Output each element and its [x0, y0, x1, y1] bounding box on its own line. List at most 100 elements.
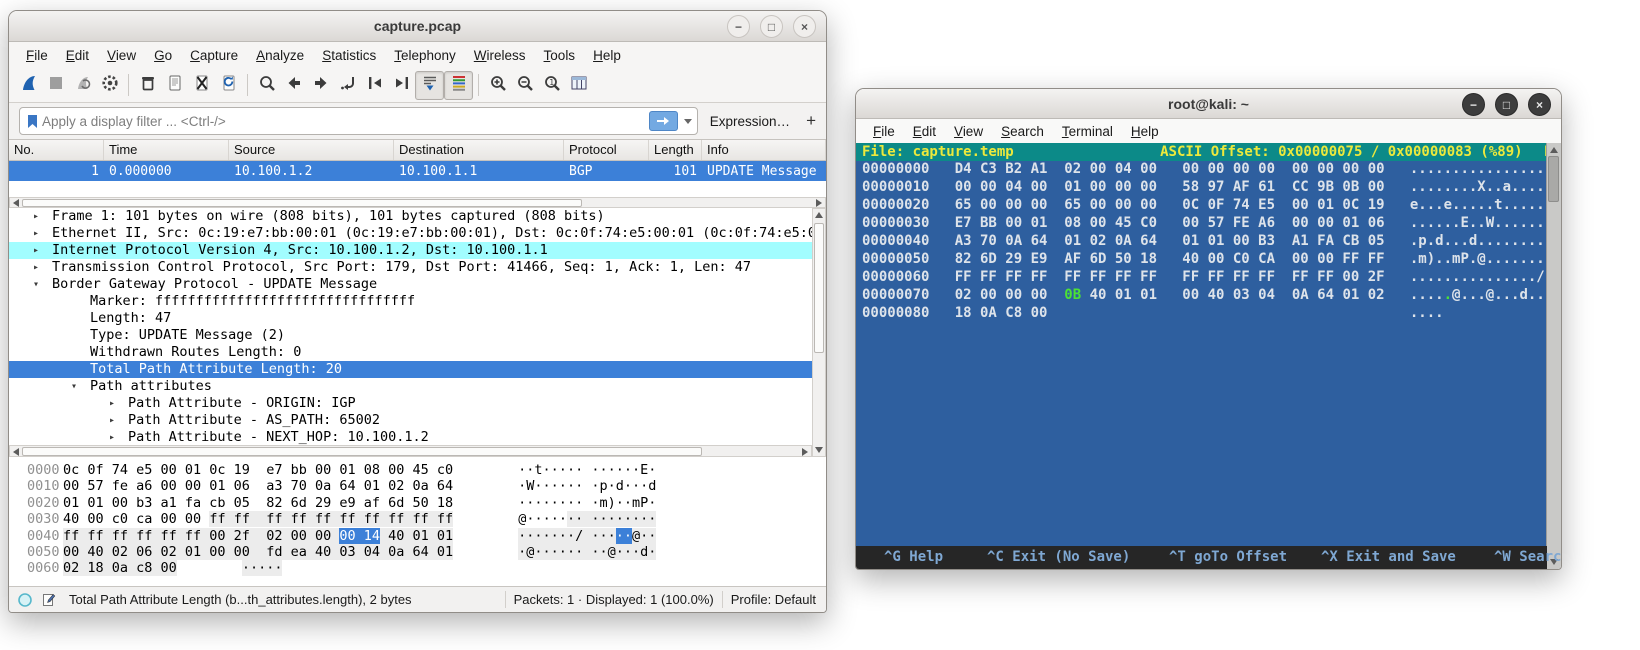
close-file-button[interactable]: [188, 72, 215, 99]
expand-arrow-icon[interactable]: ▸: [33, 259, 52, 276]
restart-capture-button[interactable]: [69, 72, 96, 99]
detail-row[interactable]: Withdrawn Routes Length: 0: [9, 344, 812, 361]
minimize-button[interactable]: −: [727, 15, 750, 38]
menu-item-help[interactable]: Help: [1122, 121, 1168, 142]
menu-item-edit[interactable]: Edit: [904, 121, 945, 142]
detail-row[interactable]: ▸ Path Attribute - ORIGIN: IGP: [9, 395, 812, 412]
column-header-length[interactable]: Length: [649, 140, 702, 160]
detail-row[interactable]: ▸ Frame 1: 101 bytes on wire (808 bits), …: [9, 208, 812, 225]
close-button[interactable]: ×: [793, 15, 816, 38]
expand-arrow-icon[interactable]: ▸: [109, 395, 128, 412]
terminal-titlebar[interactable]: root@kali: ~ − □ ×: [856, 89, 1561, 119]
zoom-out-button[interactable]: [511, 72, 538, 99]
scroll-thumb[interactable]: [814, 223, 824, 353]
hex-row[interactable]: 0010 00 57 fe a6 00 00 01 06 a3 70 0a 64 …: [9, 478, 826, 494]
minimize-button[interactable]: −: [1462, 93, 1485, 116]
auto-scroll-button[interactable]: [415, 70, 444, 100]
detail-row[interactable]: Length: 47: [9, 310, 812, 327]
menu-item-search[interactable]: Search: [992, 121, 1053, 142]
expand-arrow-icon[interactable]: ▸: [33, 208, 52, 225]
details-vscrollbar[interactable]: [812, 208, 826, 457]
go-to-packet-button[interactable]: [334, 72, 361, 99]
wireshark-titlebar[interactable]: capture.pcap − □ ×: [9, 11, 826, 42]
go-last-button[interactable]: [388, 72, 415, 99]
packet-list-hscrollbar[interactable]: [9, 197, 826, 208]
hex-bytes[interactable]: 40 00 c0 ca 00 00: [63, 511, 209, 527]
hex-bytes[interactable]: 02 18 0a c8 00: [63, 560, 177, 577]
hex-bytes[interactable]: ff ff ff ff ff ff 00 2f 02 00 00: [63, 527, 340, 544]
hex-row[interactable]: 0030 40 00 c0 ca 00 00 ff ff ff ff ff ff …: [9, 511, 826, 528]
hex-row[interactable]: 0050 00 40 02 06 02 01 00 00 fd ea 40 03 …: [9, 543, 826, 560]
scroll-right-icon[interactable]: [802, 448, 808, 456]
hex-row[interactable]: 0040 ff ff ff ff ff ff 00 2f 02 00 00 00 …: [9, 527, 826, 544]
scroll-up-icon[interactable]: [815, 212, 823, 218]
menu-item-help[interactable]: Help: [584, 45, 630, 66]
detail-row[interactable]: Total Path Attribute Length: 20: [9, 361, 812, 378]
column-header-info[interactable]: Info: [702, 140, 826, 160]
menu-item-file[interactable]: File: [864, 121, 904, 142]
detail-row[interactable]: Type: UPDATE Message (2): [9, 327, 812, 344]
start-capture-button[interactable]: [15, 72, 42, 99]
details-hscrollbar[interactable]: [9, 445, 812, 457]
find-packet-button[interactable]: [253, 72, 280, 99]
hex-bytes[interactable]: 00 40 02 06 02 01 00 00 fd ea 40 03 04 0…: [63, 543, 454, 560]
scroll-thumb[interactable]: [1548, 156, 1559, 202]
menu-item-view[interactable]: View: [98, 45, 145, 66]
detail-row[interactable]: ▸ Ethernet II, Src: 0c:19:e7:bb:00:01 (0c…: [9, 225, 812, 242]
reload-file-button[interactable]: [215, 72, 242, 99]
maximize-button[interactable]: □: [760, 15, 783, 38]
save-file-button[interactable]: [161, 72, 188, 99]
detail-row[interactable]: ▸ Path Attribute - NEXT_HOP: 10.100.1.2: [9, 429, 812, 445]
scroll-down-icon[interactable]: [815, 447, 823, 453]
capture-options-button[interactable]: [96, 72, 123, 99]
apply-filter-button[interactable]: [648, 111, 678, 131]
menu-item-telephony[interactable]: Telephony: [385, 45, 465, 66]
scroll-up-icon[interactable]: [1550, 147, 1558, 153]
hex-row[interactable]: 0060 02 18 0a c8 00 ·····: [9, 560, 826, 577]
zoom-in-button[interactable]: [484, 72, 511, 99]
detail-row[interactable]: ▾ Border Gateway Protocol - UPDATE Messag…: [9, 276, 812, 293]
hex-bytes[interactable]: ff ff ff ff ff ff ff ff ff ff: [209, 511, 454, 528]
display-filter-box[interactable]: [19, 107, 698, 135]
close-button[interactable]: ×: [1528, 93, 1551, 116]
menu-item-view[interactable]: View: [945, 121, 992, 142]
packet-row[interactable]: 1 0.000000 10.100.1.2 10.100.1.1 BGP 101 UPDAT…: [9, 161, 826, 181]
hex-bytes[interactable]: 01 01 00 b3 a1 fa cb 05 82 6d 29 e9 af 6…: [63, 495, 453, 511]
go-forward-button[interactable]: [307, 72, 334, 99]
open-file-button[interactable]: [134, 72, 161, 99]
hex-row[interactable]: 0000 0c 0f 74 e5 00 01 0c 19 e7 bb 00 01 …: [9, 462, 826, 478]
maximize-button[interactable]: □: [1495, 93, 1518, 116]
display-filter-input[interactable]: [40, 112, 649, 130]
terminal-scrollbar[interactable]: [1546, 143, 1561, 569]
menu-item-analyze[interactable]: Analyze: [247, 45, 313, 66]
bookmark-icon[interactable]: [25, 114, 40, 129]
hex-bytes[interactable]: 00 57 fe a6 00 00 01 06 a3 70 0a 64 01 0…: [63, 478, 453, 494]
collapse-arrow-icon[interactable]: ▾: [71, 378, 90, 395]
scroll-thumb[interactable]: [22, 447, 702, 456]
menu-item-wireless[interactable]: Wireless: [465, 45, 535, 66]
go-first-button[interactable]: [361, 72, 388, 99]
capture-comment-icon[interactable]: [42, 592, 57, 607]
detail-row[interactable]: Marker: ffffffffffffffffffffffffffffffff: [9, 293, 812, 310]
resize-columns-button[interactable]: [565, 72, 592, 99]
scroll-left-icon[interactable]: [13, 199, 19, 207]
detail-row[interactable]: ▸ Internet Protocol Version 4, Src: 10.10…: [9, 242, 812, 259]
expand-arrow-icon[interactable]: ▸: [109, 429, 128, 445]
hex-row[interactable]: 0020 01 01 00 b3 a1 fa cb 05 82 6d 29 e9 …: [9, 495, 826, 511]
expand-arrow-icon[interactable]: ▸: [33, 225, 52, 242]
detail-row[interactable]: ▸ Transmission Control Protocol, Src Port…: [9, 259, 812, 276]
expert-info-icon[interactable]: [17, 592, 33, 608]
hex-bytes[interactable]: 0c 0f 74 e5 00 01 0c 19 e7 bb 00 01 08 0…: [63, 462, 453, 478]
terminal-screen[interactable]: File: capture.temp ASCII Offset: 0x00000…: [856, 143, 1561, 546]
filter-dropdown-caret-icon[interactable]: [683, 118, 692, 124]
detail-row[interactable]: ▾ Path attributes: [9, 378, 812, 395]
colorize-button[interactable]: [444, 70, 473, 100]
profile-text[interactable]: Profile: Default: [731, 592, 816, 607]
column-header-source[interactable]: Source: [229, 140, 394, 160]
menu-item-go[interactable]: Go: [145, 45, 181, 66]
hex-bytes-selected[interactable]: 00 14: [339, 527, 380, 544]
menu-item-statistics[interactable]: Statistics: [313, 45, 385, 66]
menu-item-tools[interactable]: Tools: [535, 45, 585, 66]
collapse-arrow-icon[interactable]: ▾: [33, 276, 52, 293]
expand-arrow-icon[interactable]: ▸: [33, 242, 52, 259]
